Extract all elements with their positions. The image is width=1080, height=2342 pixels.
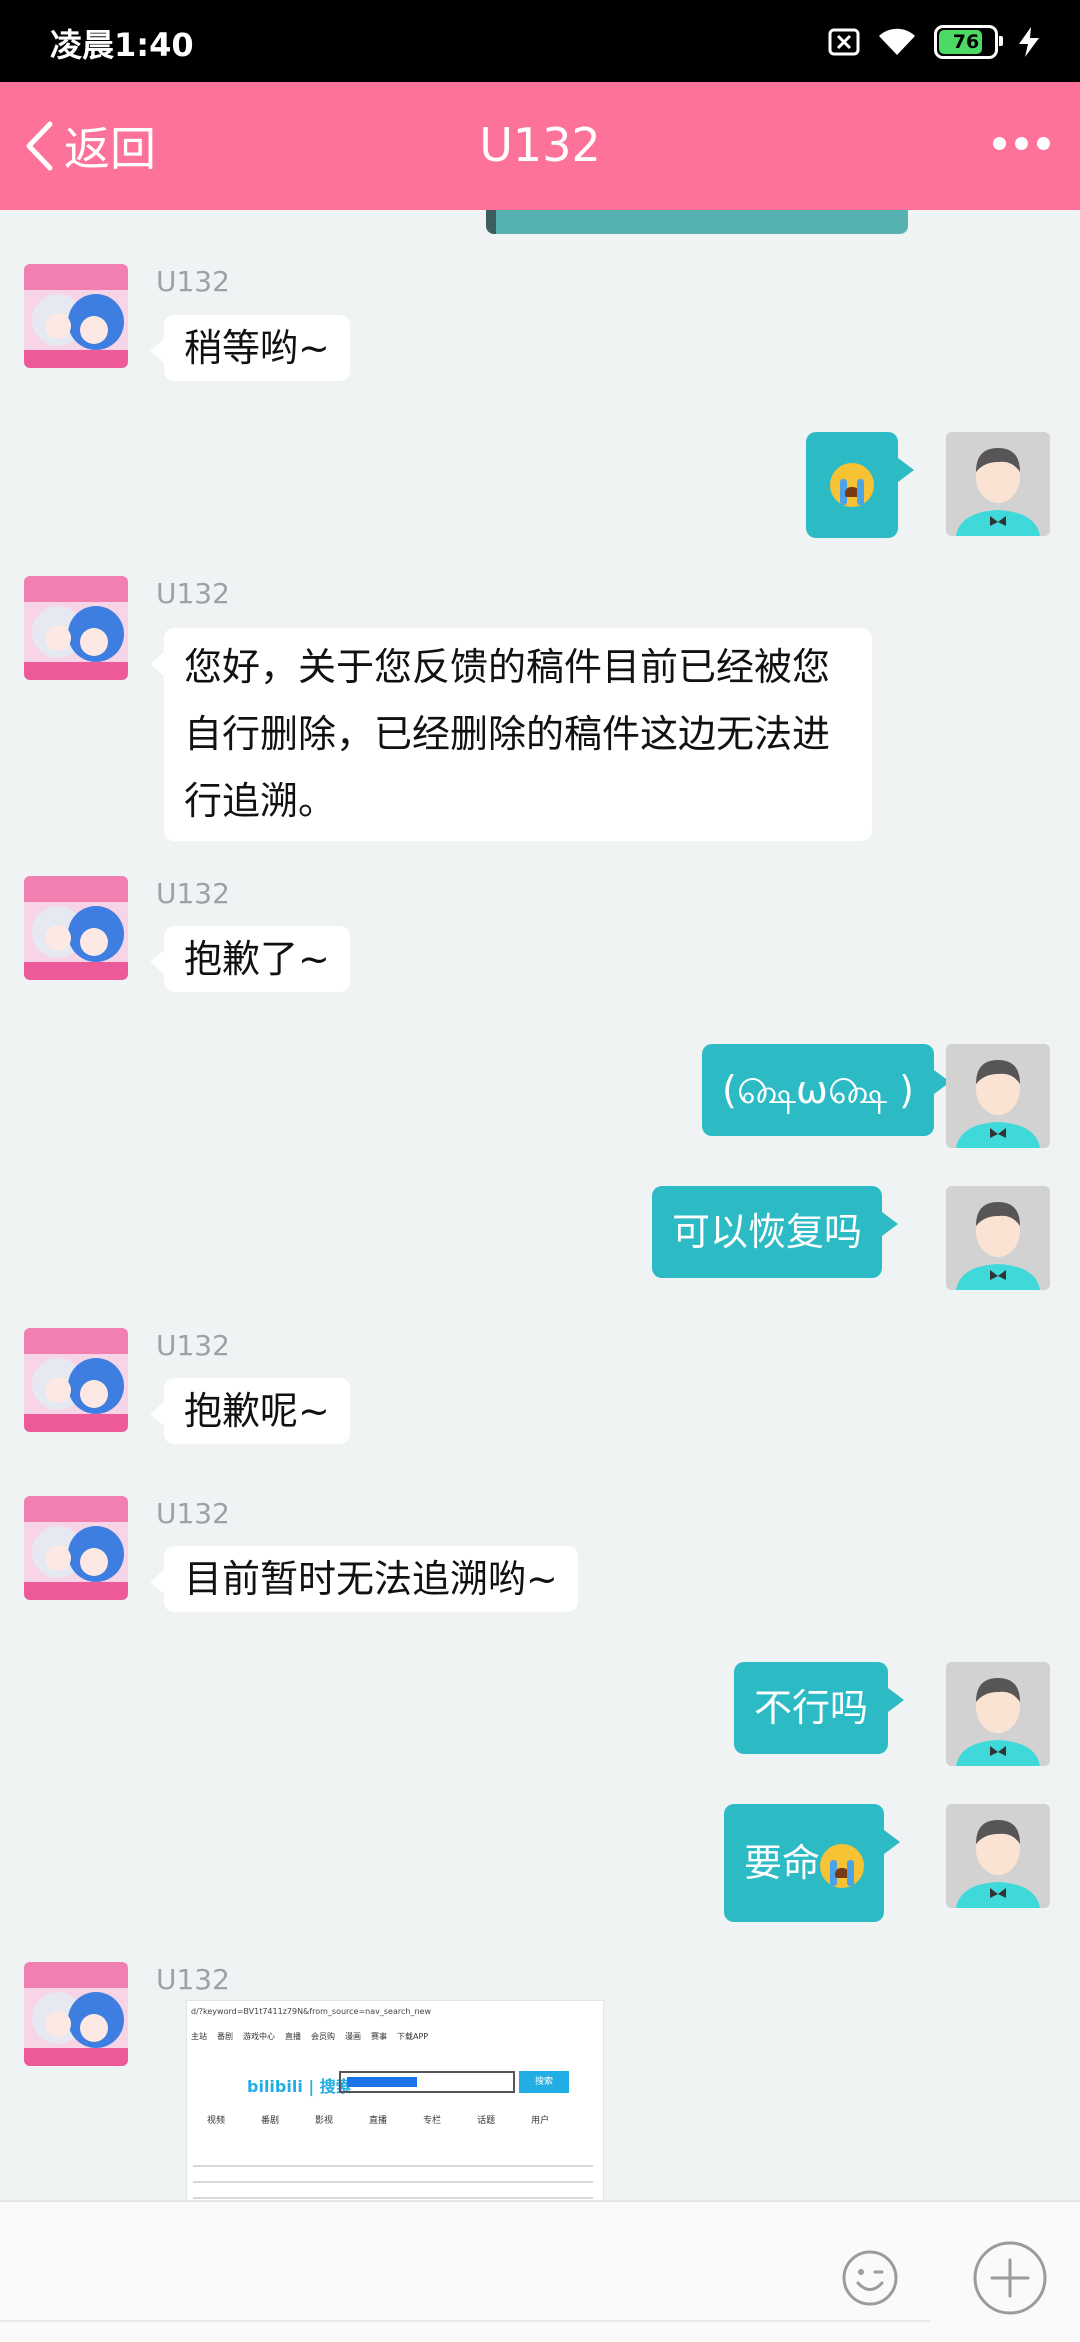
user-avatar-icon	[946, 1186, 1050, 1290]
agent-avatar[interactable]	[24, 1962, 128, 2066]
user-avatar[interactable]	[946, 1044, 1050, 1148]
sender-name: U132	[156, 1329, 230, 1362]
previous-image-message[interactable]	[486, 210, 908, 234]
message-input[interactable]	[0, 2320, 930, 2322]
sender-name: U132	[156, 577, 230, 610]
image-message[interactable]: d/?keyword=BV1t7411z79N&from_source=nav_…	[186, 2000, 604, 2200]
sender-name: U132	[156, 1497, 230, 1530]
clock: 凌晨1:40	[50, 26, 194, 64]
chat-messages[interactable]: U132 稍等哟~ U132 您好，关于您反馈的稿件目前已经被您自行删除，已经删…	[0, 210, 1080, 2200]
screenshot-tabs: 视频 番剧 影视 直播 专栏 话题 用户	[207, 2116, 550, 2126]
screenshot-nav: 主站 番剧 游戏中心 直播 会员购 漫画 赛事 下载APP	[191, 2032, 429, 2041]
anime-avatar-icon	[24, 1962, 128, 2066]
plus-circle-icon[interactable]	[972, 2240, 1048, 2316]
user-avatar-icon	[946, 1044, 1050, 1148]
anime-avatar-icon	[24, 264, 128, 368]
incoming-message[interactable]: 稍等哟~	[150, 315, 350, 381]
agent-avatar[interactable]	[24, 576, 128, 680]
crying-face-icon	[820, 1843, 865, 1888]
user-avatar-icon	[946, 1662, 1050, 1766]
battery-icon: 76	[934, 25, 1003, 59]
more-options-button[interactable]	[993, 137, 1050, 150]
outgoing-message[interactable]: 可以恢复吗	[652, 1186, 899, 1278]
sender-name: U132	[156, 877, 230, 910]
input-bar	[0, 2200, 1080, 2342]
outgoing-message[interactable]: 不行吗	[734, 1662, 905, 1754]
user-avatar-icon	[946, 432, 1050, 536]
agent-avatar[interactable]	[24, 1328, 128, 1432]
status-bar: 凌晨1:40 76	[0, 0, 1080, 82]
crying-face-icon	[830, 463, 874, 507]
outgoing-message[interactable]: (௸ω௸ )	[702, 1044, 950, 1136]
wifi-icon	[879, 28, 915, 55]
page-title: U132	[479, 118, 601, 172]
user-avatar[interactable]	[946, 1804, 1050, 1908]
screenshot-search-box	[339, 2071, 515, 2093]
outgoing-message[interactable]	[806, 432, 914, 538]
chat-header: 返回 U132	[0, 82, 1080, 210]
user-avatar[interactable]	[946, 1662, 1050, 1766]
screenshot-search-button: 搜索	[519, 2071, 569, 2093]
sender-name: U132	[156, 265, 230, 298]
user-avatar[interactable]	[946, 432, 1050, 536]
user-avatar[interactable]	[946, 1186, 1050, 1290]
screenshot-logo: bilibili | 搜索	[247, 2077, 352, 2096]
anime-avatar-icon	[24, 576, 128, 680]
more-dots-icon	[993, 137, 1006, 150]
smiley-icon[interactable]	[842, 2250, 898, 2306]
agent-avatar[interactable]	[24, 1496, 128, 1600]
user-avatar-icon	[946, 1804, 1050, 1908]
battery-level: 76	[952, 31, 980, 53]
incoming-message[interactable]: 您好，关于您反馈的稿件目前已经被您自行删除，已经删除的稿件这边无法进行追溯。	[150, 628, 872, 841]
incoming-message[interactable]: 抱歉了~	[150, 926, 350, 992]
agent-avatar[interactable]	[24, 264, 128, 368]
agent-avatar[interactable]	[24, 876, 128, 980]
outgoing-message[interactable]: 要命	[724, 1804, 901, 1922]
screenshot-url: d/?keyword=BV1t7411z79N&from_source=nav_…	[191, 2007, 431, 2016]
anime-avatar-icon	[24, 1496, 128, 1600]
incoming-message[interactable]: 目前暂时无法追溯哟~	[150, 1546, 578, 1612]
incoming-message[interactable]: 抱歉呢~	[150, 1378, 350, 1444]
anime-avatar-icon	[24, 1328, 128, 1432]
screenshot-results	[193, 2151, 593, 2200]
status-icons: 76	[828, 22, 1042, 62]
charging-icon	[1019, 27, 1039, 57]
message-text: 要命	[744, 1841, 821, 1885]
no-sim-icon	[828, 28, 860, 56]
anime-avatar-icon	[24, 876, 128, 980]
sender-name: U132	[156, 1963, 230, 1996]
